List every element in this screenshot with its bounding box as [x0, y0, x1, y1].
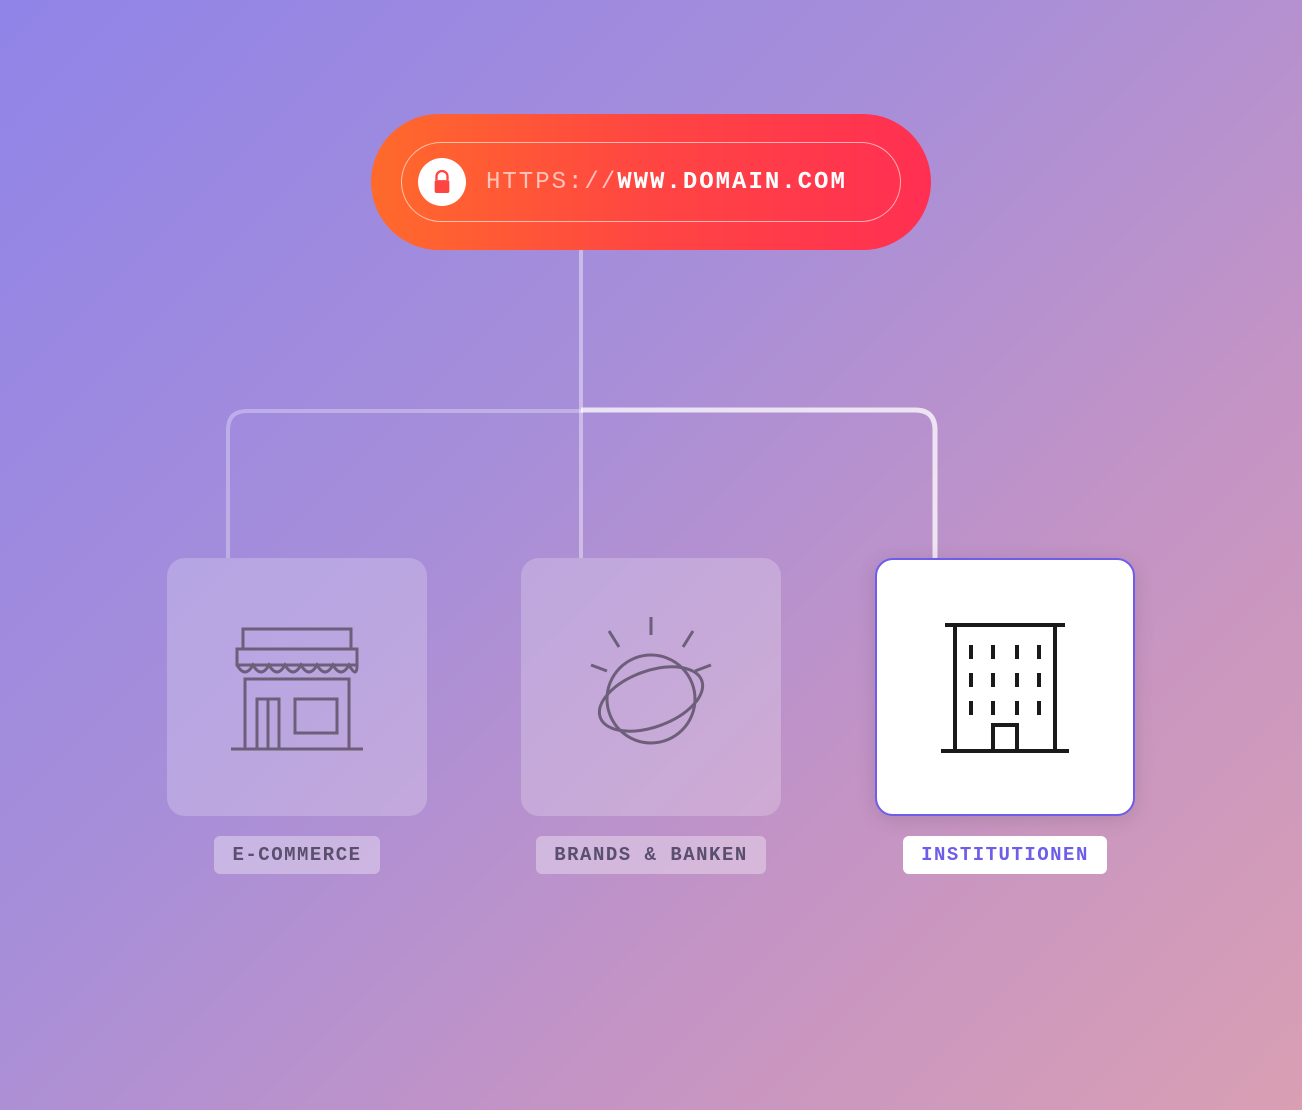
card-column-brands: BRANDS & BANKEN	[521, 558, 781, 874]
globe-icon	[571, 607, 731, 767]
storefront-icon	[217, 607, 377, 767]
card-label-brands: BRANDS & BANKEN	[536, 836, 766, 874]
card-brands[interactable]	[521, 558, 781, 816]
card-ecommerce[interactable]	[167, 558, 427, 816]
cards-row: E-COMMERCE BRANDS & BANKEN	[167, 558, 1135, 874]
card-label-ecommerce: E-COMMERCE	[214, 836, 379, 874]
url-text: HTTPS://WWW.DOMAIN.COM	[486, 169, 847, 196]
card-column-institutions: INSTITUTIONEN	[875, 558, 1135, 874]
url-inner-border: HTTPS://WWW.DOMAIN.COM	[401, 142, 901, 222]
lock-icon	[431, 169, 453, 195]
card-institutions[interactable]	[875, 558, 1135, 816]
url-protocol: HTTPS://	[486, 169, 617, 196]
lock-icon-circle	[418, 158, 466, 206]
card-column-ecommerce: E-COMMERCE	[167, 558, 427, 874]
url-domain: WWW.DOMAIN.COM	[617, 169, 847, 196]
url-bar: HTTPS://WWW.DOMAIN.COM	[371, 114, 931, 250]
building-icon	[925, 607, 1085, 767]
card-label-institutions: INSTITUTIONEN	[903, 836, 1107, 874]
